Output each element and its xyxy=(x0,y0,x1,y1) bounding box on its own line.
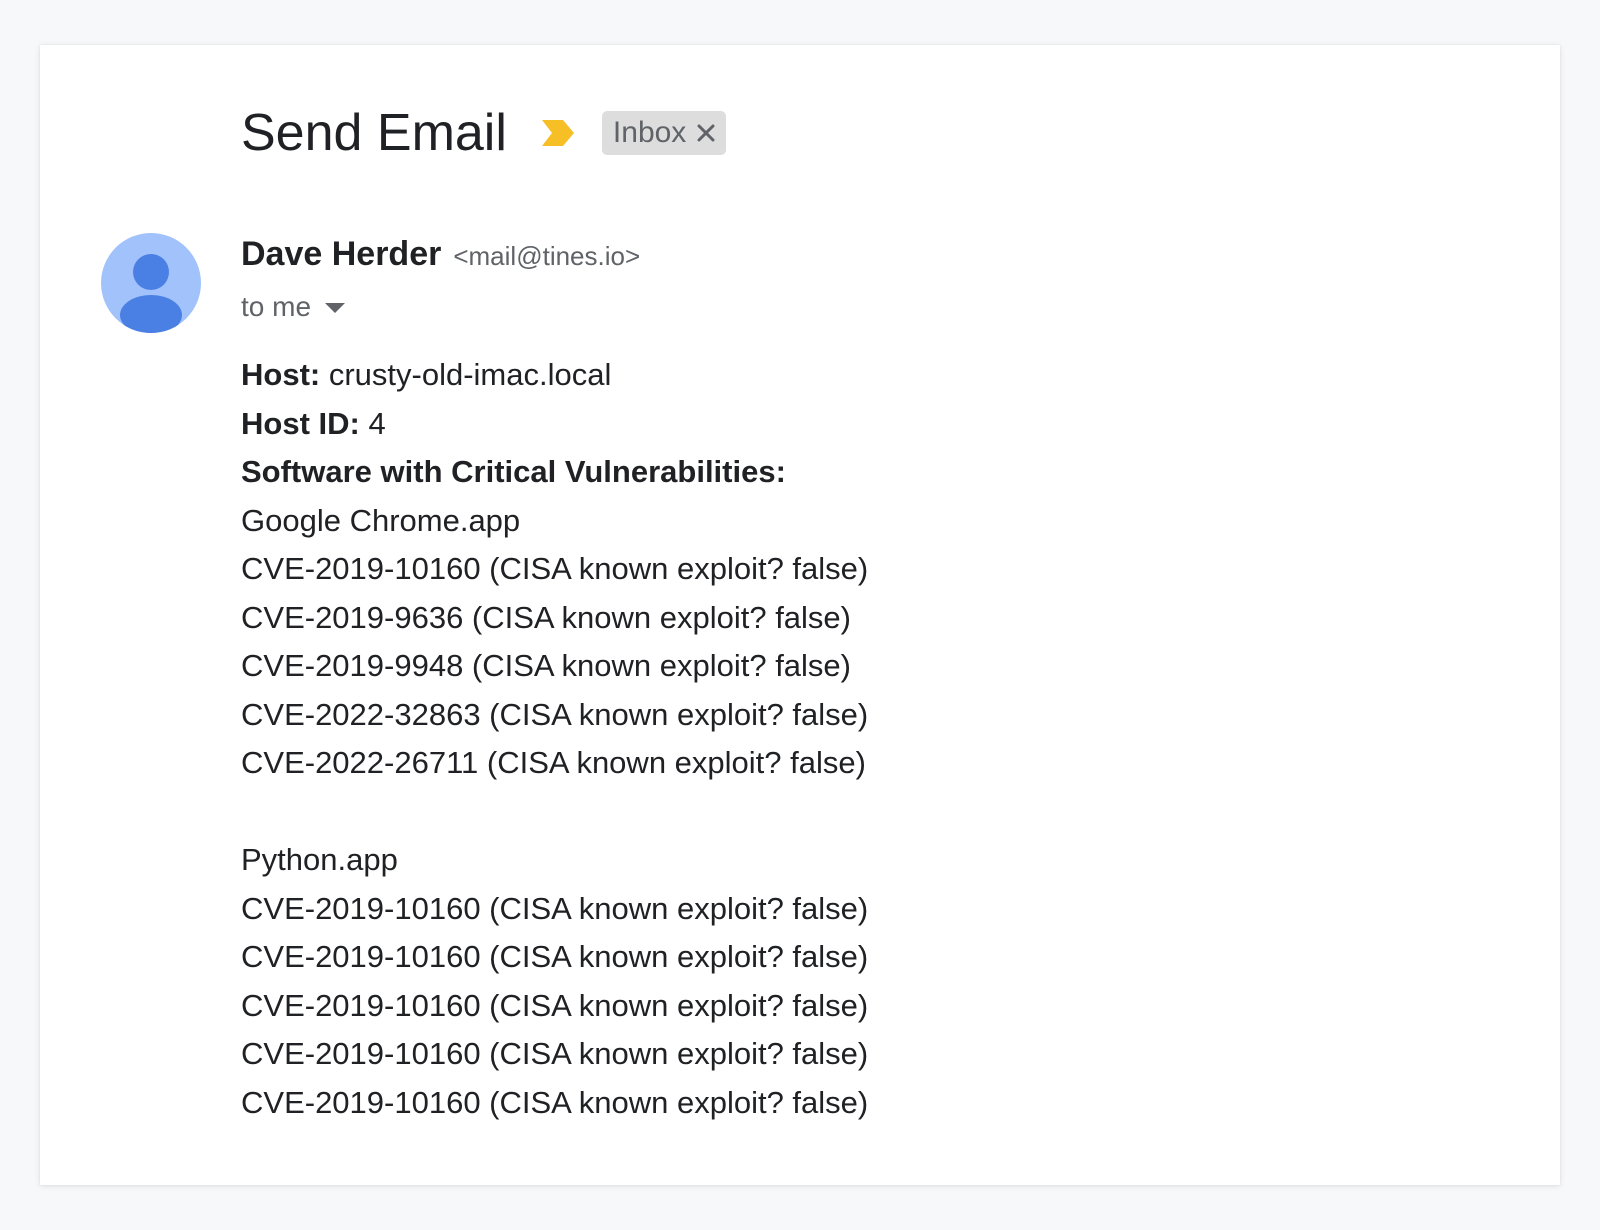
host-value: crusty-old-imac.local xyxy=(320,357,612,392)
sender-name[interactable]: Dave Herder xyxy=(241,235,441,274)
cve-item: CVE-2019-9948 (CISA known exploit? false… xyxy=(241,648,851,683)
person-icon xyxy=(120,254,182,333)
cve-item: CVE-2019-10160 (CISA known exploit? fals… xyxy=(241,551,869,586)
sender-email: <mail@tines.io> xyxy=(453,241,641,271)
sender-line: Dave Herder <mail@tines.io> xyxy=(241,235,640,279)
host-id-label: Host ID: xyxy=(241,405,360,441)
host-id-value: 4 xyxy=(359,405,386,441)
email-subject: Send Email xyxy=(241,104,507,162)
avatar[interactable] xyxy=(101,233,201,333)
subject-row: Send Email Inbox xyxy=(241,93,727,173)
close-icon[interactable] xyxy=(696,123,716,143)
cve-item: CVE-2019-10160 (CISA known exploit? fals… xyxy=(241,1084,869,1120)
email-body: Host: crusty-old-imac.local Host ID: 4 S… xyxy=(241,351,868,1127)
recipient-line: to me xyxy=(241,287,640,327)
cve-item: CVE-2022-32863 (CISA known exploit? fals… xyxy=(241,696,869,732)
sender-block: Dave Herder <mail@tines.io> to me xyxy=(241,235,640,327)
app-name: Python.app xyxy=(241,842,398,877)
cve-item: CVE-2019-9636 (CISA known exploit? false… xyxy=(241,599,851,635)
recipient-text: to me xyxy=(241,291,312,322)
cve-item: CVE-2019-10160 (CISA known exploit? fals… xyxy=(241,987,869,1023)
host-label: Host: xyxy=(241,357,321,392)
section-heading: Software with Critical Vulnerabilities: xyxy=(241,454,786,489)
host-id-line: Host ID: 4 xyxy=(241,400,868,449)
cve-item: CVE-2022-26711 (CISA known exploit? fals… xyxy=(241,745,866,780)
cve-item: CVE-2019-10160 (CISA known exploit? fals… xyxy=(241,1036,869,1071)
email-card: Send Email Inbox Dave Herder <mail@tines… xyxy=(40,45,1560,1185)
cve-item: CVE-2019-10160 (CISA known exploit? fals… xyxy=(241,939,869,974)
inbox-label-chip[interactable]: Inbox xyxy=(601,111,727,155)
host-line: Host: crusty-old-imac.local xyxy=(241,351,868,400)
app-name: Google Chrome.app xyxy=(241,502,521,538)
chevron-down-icon[interactable] xyxy=(325,301,346,313)
cve-item: CVE-2019-10160 (CISA known exploit? fals… xyxy=(241,890,869,926)
label-chip-text: Inbox xyxy=(612,116,687,149)
importance-marker-icon[interactable] xyxy=(541,118,575,148)
